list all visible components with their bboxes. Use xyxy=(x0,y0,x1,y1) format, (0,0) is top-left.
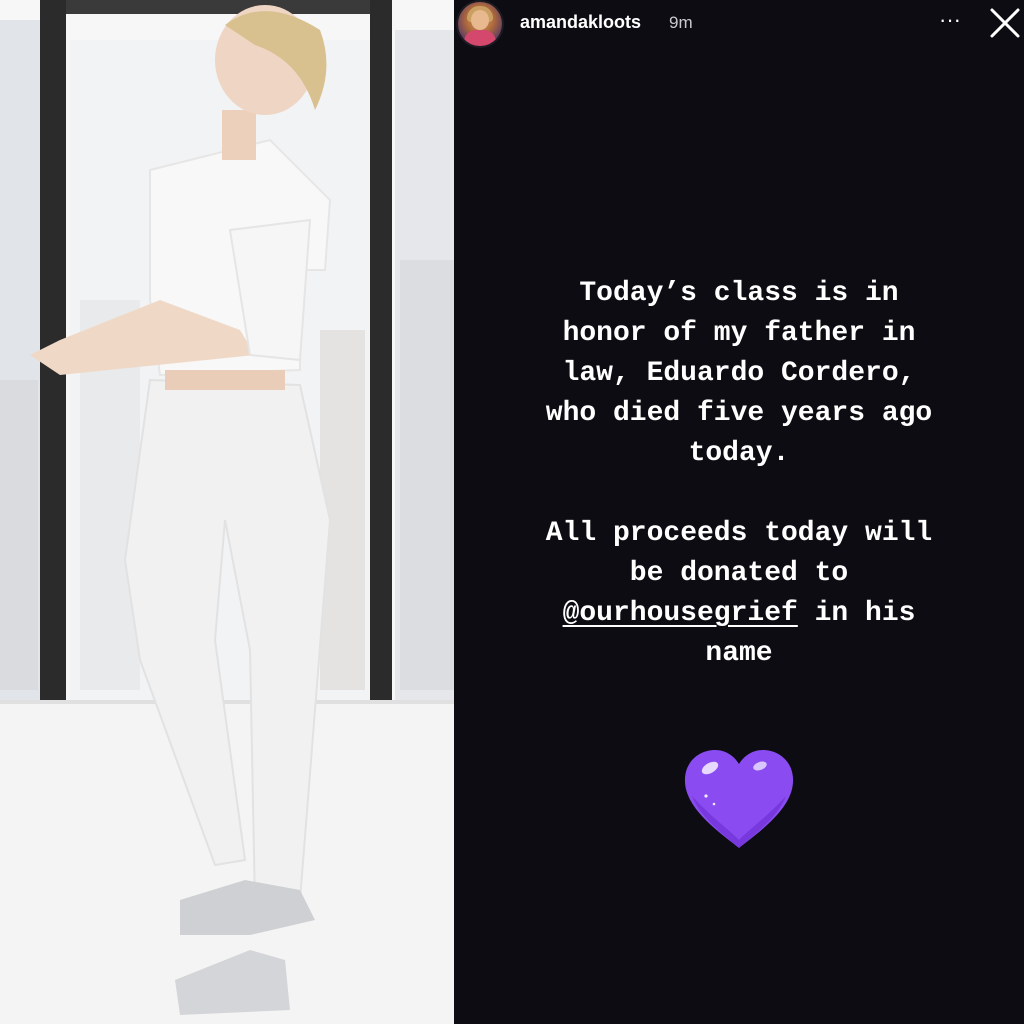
caption-line: Today’s class is in xyxy=(579,278,899,309)
caption-line: be donated to xyxy=(629,558,849,589)
avatar-face xyxy=(471,10,489,30)
heart-icon xyxy=(684,750,794,848)
story-header: amandakloots 9m ··· xyxy=(454,0,1024,48)
caption-mention-line: @ourhousegrief in his xyxy=(464,594,1014,634)
purple-heart-sticker[interactable] xyxy=(682,748,796,850)
caption-line: name xyxy=(705,638,773,669)
avatar[interactable] xyxy=(458,2,502,46)
caption-line: All proceeds today will xyxy=(545,518,933,549)
story-photo xyxy=(0,0,454,1024)
caption-line: today. xyxy=(688,438,790,469)
photo-illustration xyxy=(0,0,454,1024)
caption-line: law, Eduardo Cordero, xyxy=(562,358,916,389)
avatar-shirt xyxy=(464,30,496,46)
caption-line: honor of my father in xyxy=(562,318,916,349)
mention-link[interactable]: @ourhousegrief xyxy=(563,598,798,629)
story-caption: Today’s class is in honor of my father i… xyxy=(464,274,1014,674)
mention-suffix: in his xyxy=(797,598,916,629)
close-icon[interactable] xyxy=(988,6,1022,40)
ellipsis-icon[interactable]: ··· xyxy=(932,8,968,38)
story-panel: amandakloots 9m ··· Today’s class is in … xyxy=(454,0,1024,1024)
caption-line: who died five years ago xyxy=(545,398,933,429)
time-ago: 9m xyxy=(669,13,693,32)
username[interactable]: amandakloots xyxy=(520,12,641,33)
